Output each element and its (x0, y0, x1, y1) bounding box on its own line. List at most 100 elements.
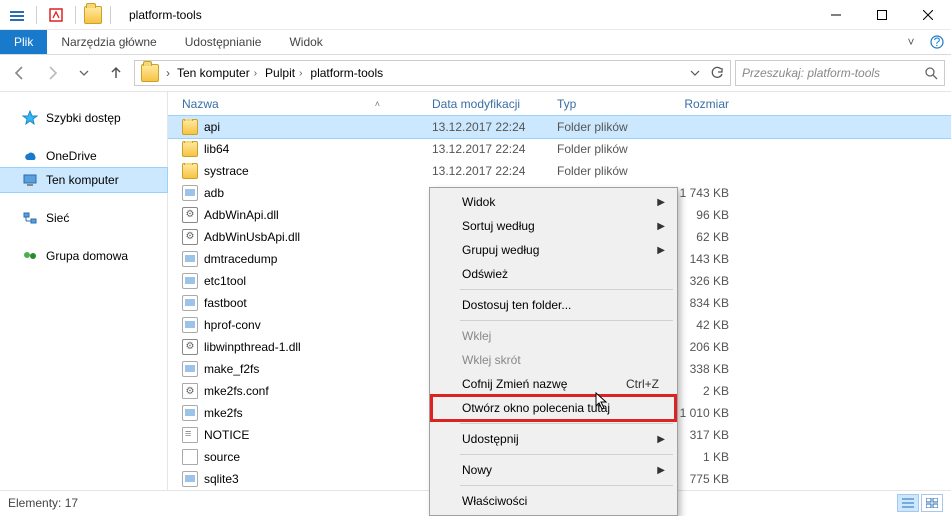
view-details-button[interactable] (897, 494, 919, 512)
sidebar-item-onedrive[interactable]: OneDrive (0, 144, 167, 168)
status-text: Elementy: 17 (8, 496, 78, 510)
tab-view[interactable]: Widok (275, 30, 336, 54)
ribbon: Plik Narzędzia główne Udostępnianie Wido… (0, 30, 951, 55)
menu-item[interactable]: Cofnij Zmień nazwę Ctrl+Z (432, 372, 675, 396)
window-title: platform-tools (129, 8, 202, 22)
menu-item[interactable]: Odśwież (432, 262, 675, 286)
back-button[interactable] (6, 59, 34, 87)
breadcrumb[interactable]: Ten komputer › (173, 61, 261, 85)
minimize-button[interactable] (813, 0, 859, 30)
net-icon (22, 210, 38, 226)
menu-item[interactable]: Właściwości (432, 489, 675, 513)
column-header-date[interactable]: Data modyfikacji (426, 97, 551, 111)
properties-icon[interactable] (45, 4, 67, 26)
breadcrumb-label: Ten komputer (177, 66, 250, 80)
maximize-button[interactable] (859, 0, 905, 30)
menu-item-label: Wklej (462, 329, 491, 343)
file-name: NOTICE (204, 428, 249, 442)
sidebar-item-label: Ten komputer (46, 173, 119, 187)
file-name: mke2fs (204, 406, 243, 420)
svg-text:?: ? (934, 35, 941, 49)
menu-item[interactable]: Otwórz okno polecenia tutaj (432, 396, 675, 420)
chevron-right-icon[interactable]: › (163, 66, 173, 80)
ribbon-expand-icon[interactable]: ˅ (899, 30, 923, 54)
menu-item-label: Udostępnij (462, 432, 519, 446)
menu-item-label: Nowy (462, 463, 492, 477)
chevron-right-icon: ▶ (657, 197, 665, 208)
breadcrumb-label: platform-tools (310, 66, 383, 80)
file-type: Folder plików (551, 142, 671, 156)
table-row[interactable]: systrace13.12.2017 22:24Folder plików (168, 160, 951, 182)
menu-item: Wklej skrót (432, 348, 675, 372)
file-size: 834 KB (671, 296, 751, 310)
close-button[interactable] (905, 0, 951, 30)
up-button[interactable] (102, 59, 130, 87)
menu-item[interactable]: Widok▶ (432, 190, 675, 214)
sidebar-item-label: Sieć (46, 211, 69, 225)
exe-icon (182, 471, 198, 487)
menu-item-label: Dostosuj ten folder... (462, 298, 571, 312)
search-input[interactable]: Przeszukaj: platform-tools (735, 60, 945, 86)
tab-home[interactable]: Narzędzia główne (47, 30, 170, 54)
pc-icon (22, 172, 38, 188)
column-header-name[interactable]: Nazwa˄ (176, 97, 426, 111)
address-dropdown-button[interactable] (684, 61, 706, 85)
sidebar-item-label: OneDrive (46, 149, 97, 163)
view-icons-button[interactable] (921, 494, 943, 512)
file-tab[interactable]: Plik (0, 30, 47, 54)
menu-item[interactable]: Dostosuj ten folder... (432, 293, 675, 317)
sidebar-item-grupa-domowa[interactable]: Grupa domowa (0, 244, 167, 268)
app-icon[interactable] (6, 4, 28, 26)
file-size: 1 743 KB (671, 186, 751, 200)
menu-item-label: Sortuj według (462, 219, 535, 233)
menu-shortcut: Ctrl+Z (626, 377, 659, 391)
file-size: 143 KB (671, 252, 751, 266)
refresh-button[interactable] (706, 61, 728, 85)
menu-item-label: Wklej skrót (462, 353, 521, 367)
chevron-right-icon: ▶ (657, 245, 665, 256)
breadcrumb[interactable]: platform-tools (306, 61, 387, 85)
menu-item-label: Cofnij Zmień nazwę (462, 377, 567, 391)
sidebar-item-sieć[interactable]: Sieć (0, 206, 167, 230)
file-name: libwinpthread-1.dll (204, 340, 301, 354)
address-row: › Ten komputer › Pulpit› platform-tools P… (0, 55, 951, 91)
menu-separator (460, 289, 673, 290)
address-bar[interactable]: › Ten komputer › Pulpit› platform-tools (134, 60, 731, 86)
folder-icon (182, 141, 198, 157)
breadcrumb[interactable]: Pulpit› (261, 61, 306, 85)
exe-icon (182, 185, 198, 201)
recent-locations-button[interactable] (70, 59, 98, 87)
context-menu[interactable]: Widok▶Sortuj według▶Grupuj według▶Odświe… (429, 187, 678, 516)
title-bar: platform-tools (0, 0, 951, 30)
table-row[interactable]: lib6413.12.2017 22:24Folder plików (168, 138, 951, 160)
column-header-type[interactable]: Typ (551, 97, 671, 111)
file-icon (182, 449, 198, 465)
menu-item[interactable]: Nowy▶ (432, 458, 675, 482)
tab-share[interactable]: Udostępnianie (171, 30, 276, 54)
forward-button[interactable] (38, 59, 66, 87)
quick-access-toolbar (0, 4, 121, 26)
star-icon (22, 110, 38, 126)
sidebar-item-label: Grupa domowa (46, 249, 128, 263)
chevron-right-icon: › (254, 68, 257, 79)
menu-item: Wklej (432, 324, 675, 348)
help-icon[interactable]: ? (923, 30, 951, 54)
file-size: 1 010 KB (671, 406, 751, 420)
file-size: 42 KB (671, 318, 751, 332)
sidebar-item-ten-komputer[interactable]: Ten komputer (0, 168, 167, 192)
menu-separator (460, 485, 673, 486)
file-name: fastboot (204, 296, 247, 310)
menu-item[interactable]: Sortuj według▶ (432, 214, 675, 238)
table-row[interactable]: api13.12.2017 22:24Folder plików (168, 116, 951, 138)
search-icon (924, 66, 938, 80)
file-name: make_f2fs (204, 362, 259, 376)
file-name: mke2fs.conf (204, 384, 269, 398)
chevron-right-icon: ▶ (657, 434, 665, 445)
sidebar: Szybki dostęp OneDrive Ten komputer Sieć Gru… (0, 92, 168, 490)
menu-item[interactable]: Udostępnij ▶ (432, 427, 675, 451)
dll-icon (182, 339, 198, 355)
column-header-size[interactable]: Rozmiar (671, 97, 751, 111)
file-size: 96 KB (671, 208, 751, 222)
sidebar-item-szybki-dostęp[interactable]: Szybki dostęp (0, 106, 167, 130)
menu-item[interactable]: Grupuj według▶ (432, 238, 675, 262)
